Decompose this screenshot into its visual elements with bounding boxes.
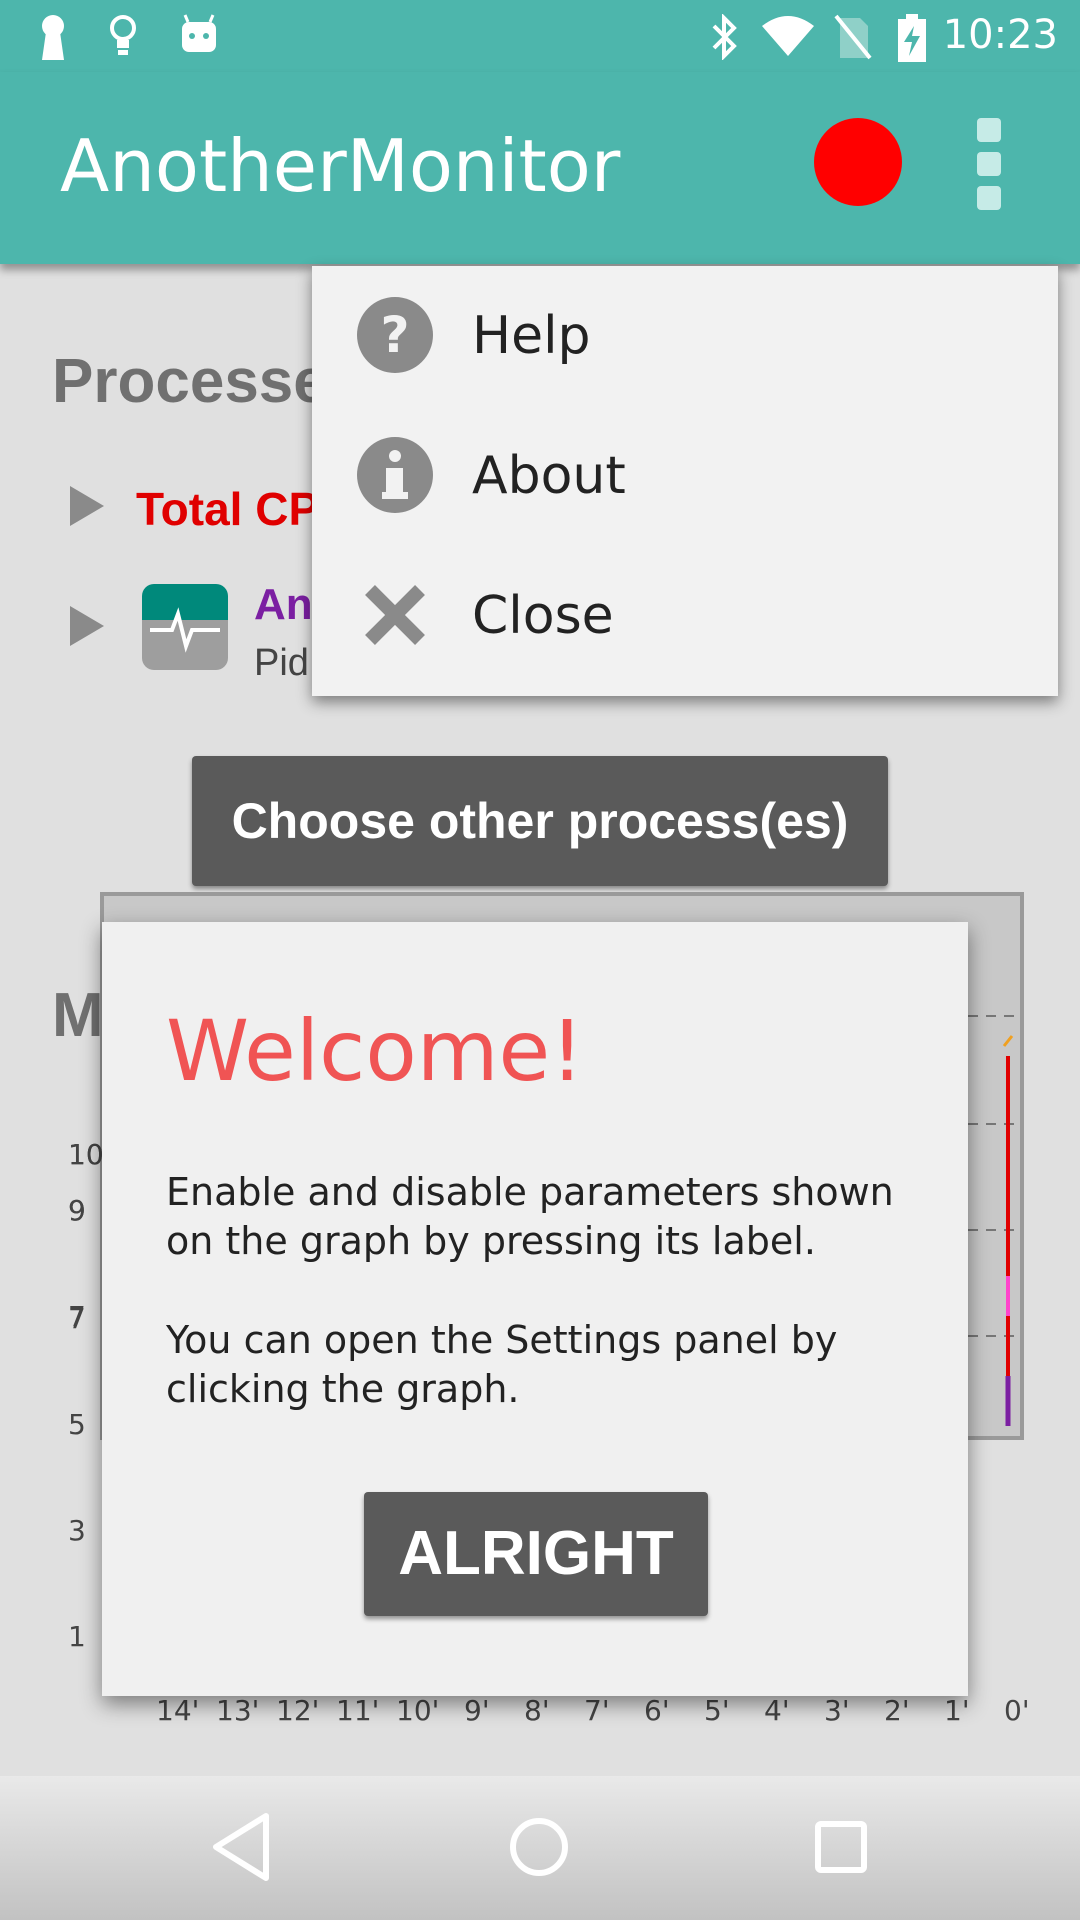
y-tick-label: 9 <box>68 1194 86 1227</box>
alright-button[interactable]: ALRIGHT <box>364 1492 708 1616</box>
battery-charging-icon <box>898 14 926 62</box>
lightbulb-icon <box>110 15 136 55</box>
status-clock: 10:23 <box>942 12 1058 58</box>
keyhole-icon <box>42 15 64 60</box>
x-tick-label: 2' <box>884 1694 910 1727</box>
welcome-dialog: Welcome! Enable and disable parameters s… <box>102 922 968 1696</box>
android-icon <box>182 14 216 52</box>
y-tick-label: 7 <box>68 1302 86 1335</box>
menu-item-help[interactable]: ? Help <box>312 266 1058 406</box>
status-bar: 10:23 <box>0 0 1080 72</box>
dialog-paragraph: Enable and disable parameters shown on t… <box>166 1170 894 1263</box>
app-title: AnotherMonitor <box>60 124 621 208</box>
menu-label-about: About <box>472 446 626 506</box>
x-tick-label: 6' <box>644 1694 670 1727</box>
dialog-paragraph: You can open the Settings panel by click… <box>166 1318 838 1411</box>
y-tick-label: 3 <box>68 1514 86 1547</box>
process-name[interactable]: An <box>254 580 313 630</box>
info-icon <box>357 437 433 513</box>
x-tick-label: 12' <box>276 1694 320 1727</box>
x-tick-label: 4' <box>764 1694 790 1727</box>
menu-item-about[interactable]: About <box>312 406 1058 546</box>
overflow-popup-menu: ? Help About Close <box>312 266 1058 696</box>
y-tick-label: 5 <box>68 1408 86 1441</box>
menu-label-close: Close <box>472 586 614 646</box>
back-icon[interactable] <box>196 1802 286 1892</box>
wifi-icon <box>762 16 814 56</box>
bluetooth-icon <box>712 14 737 60</box>
x-tick-label: 8' <box>524 1694 550 1727</box>
x-tick-label: 0' <box>1004 1694 1030 1727</box>
memory-title: M <box>52 981 104 1050</box>
no-sim-icon <box>834 14 872 60</box>
x-tick-label: 7' <box>584 1694 610 1727</box>
record-button[interactable] <box>814 118 902 206</box>
dialog-title: Welcome! <box>166 1002 584 1100</box>
processes-title: Processe <box>52 347 328 416</box>
recents-icon[interactable] <box>796 1802 886 1892</box>
x-tick-label: 9' <box>464 1694 490 1727</box>
y-tick-label: 10 <box>68 1138 104 1171</box>
help-icon: ? <box>357 297 433 373</box>
total-cpu-label[interactable]: Total CP <box>136 482 319 536</box>
close-icon <box>365 585 425 645</box>
svg-text:?: ? <box>380 306 409 364</box>
expand-arrow-icon[interactable] <box>70 606 104 646</box>
app-process-icon <box>142 584 228 670</box>
x-tick-label: 13' <box>216 1694 260 1727</box>
expand-arrow-icon[interactable] <box>70 486 104 526</box>
y-tick-label: 1 <box>68 1620 86 1653</box>
x-tick-label: 1' <box>944 1694 970 1727</box>
x-tick-label: 11' <box>336 1694 380 1727</box>
choose-processes-button[interactable]: Choose other process(es) <box>192 756 888 886</box>
overflow-menu-icon[interactable] <box>974 118 1006 212</box>
process-pid: Pid <box>254 642 309 684</box>
home-icon[interactable] <box>494 1802 584 1892</box>
x-tick-label: 14' <box>156 1694 200 1727</box>
x-tick-label: 10' <box>396 1694 440 1727</box>
navigation-bar <box>0 1776 1080 1920</box>
menu-item-close[interactable]: Close <box>312 546 1058 686</box>
app-bar: AnotherMonitor <box>0 72 1080 264</box>
x-tick-label: 3' <box>824 1694 850 1727</box>
menu-label-help: Help <box>472 306 591 366</box>
x-tick-label: 5' <box>704 1694 730 1727</box>
